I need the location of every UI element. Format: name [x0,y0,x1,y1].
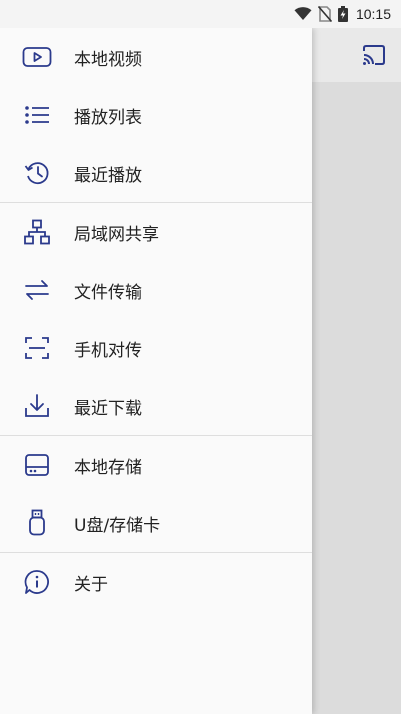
drawer-item-about[interactable]: 关于 [0,553,312,611]
wifi-icon [294,7,312,20]
drawer-item-label: 本地视频 [74,49,142,70]
transfer-arrows-icon [22,275,52,305]
drawer-item-label: 最近播放 [74,165,142,186]
drawer-item-recent-download[interactable]: 最近下载 [0,377,312,435]
usb-icon [22,508,52,538]
list-icon [22,100,52,130]
drawer-item-label: 文件传输 [74,282,142,303]
info-chat-icon [22,567,52,597]
battery-charging-icon [337,6,348,22]
drawer-item-recent-play[interactable]: 最近播放 [0,144,312,202]
history-icon [22,158,52,188]
cast-button[interactable] [361,42,387,68]
drawer-group-transfer: 局域网共享 文件传输 手机对传 最近下载 [0,203,312,436]
drawer-item-label: 关于 [74,574,108,595]
drawer-item-local-storage[interactable]: 本地存储 [0,436,312,494]
drawer-item-file-transfer[interactable]: 文件传输 [0,261,312,319]
drawer-item-label: 本地存储 [74,457,142,478]
drawer-item-lan-share[interactable]: 局域网共享 [0,203,312,261]
network-icon [22,217,52,247]
cast-icon [363,45,385,65]
drawer-group-about: 关于 [0,553,312,611]
drawer-group-media: 本地视频 播放列表 最近播放 [0,28,312,203]
drawer-group-storage: 本地存储 U盘/存储卡 [0,436,312,553]
drawer-item-usb-storage[interactable]: U盘/存储卡 [0,494,312,552]
storage-drive-icon [22,450,52,480]
download-icon [22,391,52,421]
no-sim-icon [317,6,332,22]
drawer-item-label: 手机对传 [74,340,142,361]
drawer-item-playlist[interactable]: 播放列表 [0,86,312,144]
navigation-drawer: 本地视频 播放列表 最近播放 局域网共享 文件传输 手机对传 最近下载 本地存储… [0,28,312,714]
drawer-item-label: 播放列表 [74,107,142,128]
drawer-item-local-video[interactable]: 本地视频 [0,28,312,86]
scan-icon [22,333,52,363]
status-time: 10:15 [355,6,391,22]
drawer-item-label: 局域网共享 [74,224,159,245]
drawer-item-label: 最近下载 [74,398,142,419]
play-video-icon [22,42,52,72]
drawer-item-phone-transfer[interactable]: 手机对传 [0,319,312,377]
status-bar: 10:15 [0,0,401,28]
drawer-item-label: U盘/存储卡 [74,515,161,536]
